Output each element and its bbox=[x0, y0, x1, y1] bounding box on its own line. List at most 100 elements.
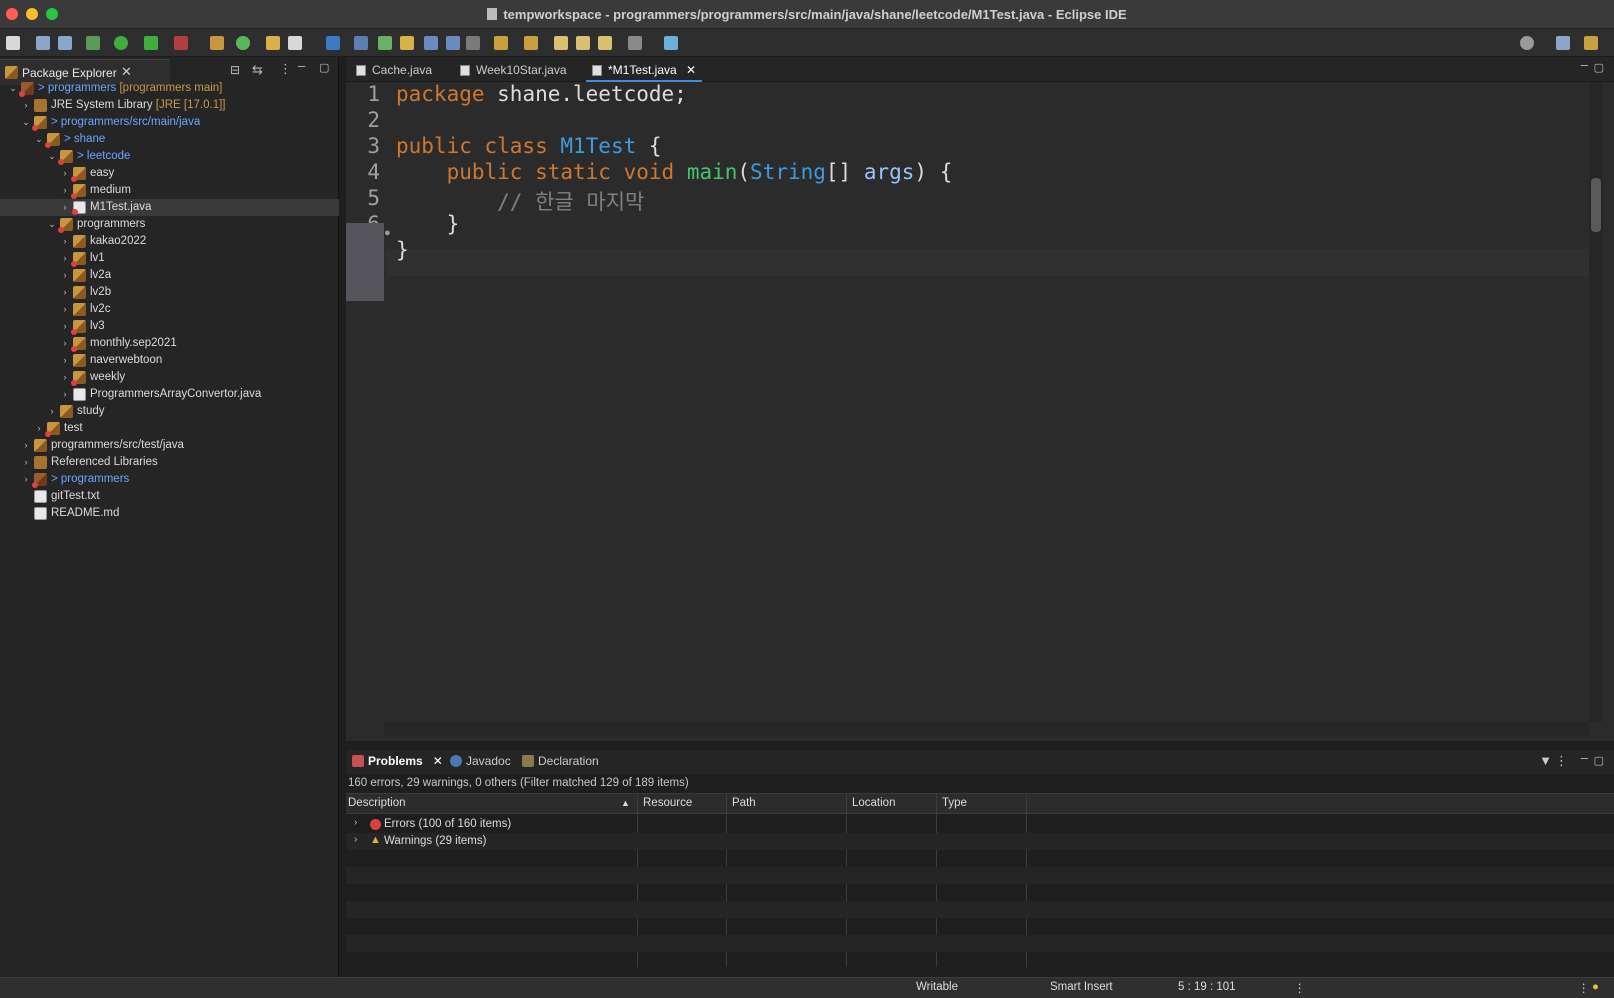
forward-edit-icon[interactable] bbox=[576, 36, 590, 50]
tree-item[interactable]: › easy bbox=[0, 165, 339, 182]
view-menu-icon[interactable]: ⋮ bbox=[279, 61, 292, 77]
expand-arrow-icon[interactable]: › bbox=[60, 267, 70, 284]
expand-arrow-icon[interactable]: › bbox=[60, 165, 70, 182]
tree-item[interactable]: › programmers/src/test/java bbox=[0, 437, 339, 454]
link-with-editor-icon[interactable]: ⇆ bbox=[252, 62, 263, 78]
tree-item[interactable]: › > programmers bbox=[0, 471, 339, 488]
new-class-icon[interactable] bbox=[236, 36, 250, 50]
code-line-4[interactable]: public static void main(String[] args) { bbox=[396, 160, 953, 184]
paragraph-icon[interactable] bbox=[466, 36, 480, 50]
toggle-breadcrumb-icon[interactable] bbox=[354, 36, 368, 50]
expand-arrow-icon[interactable]: › bbox=[60, 318, 70, 335]
maximize-icon[interactable]: ▢ bbox=[319, 61, 329, 74]
expand-arrow-icon[interactable]: › bbox=[354, 817, 357, 828]
expand-arrow-icon[interactable]: › bbox=[21, 437, 31, 454]
view-menu-icon[interactable]: ⋮ bbox=[1555, 753, 1568, 769]
horizontal-scrollbar[interactable] bbox=[384, 722, 1589, 736]
tab-declaration[interactable]: Declaration bbox=[520, 754, 599, 768]
tree-item[interactable]: ⌄ programmers bbox=[0, 216, 339, 233]
tab-cache-java[interactable]: Cache.java bbox=[350, 59, 450, 82]
tree-item[interactable]: › lv2c bbox=[0, 301, 339, 318]
code-line-6[interactable]: } bbox=[396, 212, 460, 236]
expand-arrow-icon[interactable]: › bbox=[60, 199, 70, 216]
expand-arrow-icon[interactable]: › bbox=[34, 420, 44, 437]
save-icon[interactable] bbox=[36, 36, 50, 50]
tree-item[interactable]: › weekly bbox=[0, 369, 339, 386]
expand-arrow-icon[interactable]: › bbox=[47, 403, 57, 420]
tab-week10star-java[interactable]: Week10Star.java bbox=[454, 59, 578, 82]
minimize-icon[interactable]: ‒ bbox=[1581, 57, 1588, 72]
tree-item[interactable]: › M1Test.java bbox=[0, 199, 339, 216]
tree-item[interactable]: › Referenced Libraries bbox=[0, 454, 339, 471]
close-icon[interactable]: ✕ bbox=[121, 64, 132, 80]
status-cursor-position[interactable]: 5 : 19 : 101 bbox=[1178, 981, 1236, 993]
expand-arrow-icon[interactable]: › bbox=[60, 233, 70, 250]
tree-item[interactable]: › kakao2022 bbox=[0, 233, 339, 250]
expand-arrow-icon[interactable]: › bbox=[60, 284, 70, 301]
column-type[interactable]: Type bbox=[942, 797, 967, 809]
previous-annotation-icon[interactable] bbox=[524, 36, 538, 50]
code-line-1[interactable]: package shane.leetcode; bbox=[396, 82, 687, 106]
tree-item[interactable]: ⌄ > leetcode bbox=[0, 148, 339, 165]
status-menu-icon[interactable]: ⋮ bbox=[1578, 981, 1590, 995]
search-tool-icon[interactable] bbox=[288, 36, 302, 50]
expand-arrow-icon[interactable]: › bbox=[60, 301, 70, 318]
collapse-arrow-icon[interactable]: ⌄ bbox=[47, 216, 57, 233]
tree-item[interactable]: › JRE System Library [JRE [17.0.1]] bbox=[0, 97, 339, 114]
collapse-arrow-icon[interactable]: ⌄ bbox=[47, 148, 57, 165]
problem-group-errors[interactable]: › Errors (100 of 160 items) bbox=[346, 816, 1614, 833]
tab-m1test-java[interactable]: *M1Test.java ✕ bbox=[586, 59, 702, 82]
open-type-icon[interactable] bbox=[266, 36, 280, 50]
tree-item[interactable]: › monthly.sep2021 bbox=[0, 335, 339, 352]
tree-item[interactable]: › ProgrammersArrayConvertor.java bbox=[0, 386, 339, 403]
mark-occurrences-icon[interactable] bbox=[378, 36, 392, 50]
collapse-arrow-icon[interactable]: ⌄ bbox=[34, 131, 44, 148]
status-insert-mode[interactable]: Smart Insert bbox=[1050, 981, 1113, 993]
column-path[interactable]: Path bbox=[732, 797, 756, 809]
back-arrow-icon[interactable] bbox=[598, 36, 612, 50]
tab-javadoc[interactable]: Javadoc bbox=[448, 754, 511, 768]
save-all-icon[interactable] bbox=[58, 36, 72, 50]
close-icon[interactable]: ✕ bbox=[686, 59, 696, 82]
new-icon[interactable] bbox=[6, 36, 20, 50]
tree-item[interactable]: › medium bbox=[0, 182, 339, 199]
code-line-7[interactable]: } bbox=[396, 238, 409, 262]
expand-arrow-icon[interactable]: › bbox=[21, 454, 31, 471]
tree-item[interactable]: ⌄ > shane bbox=[0, 131, 339, 148]
tree-item[interactable]: › lv2b bbox=[0, 284, 339, 301]
expand-arrow-icon[interactable]: › bbox=[60, 182, 70, 199]
expand-arrow-icon[interactable]: › bbox=[21, 97, 31, 114]
code-line-3[interactable]: public class M1Test { bbox=[396, 134, 662, 158]
expand-arrow-icon[interactable]: › bbox=[354, 834, 357, 845]
coverage-icon[interactable] bbox=[144, 36, 158, 50]
expand-arrow-icon[interactable]: › bbox=[21, 471, 31, 488]
tree-item[interactable]: gitTest.txt bbox=[0, 488, 339, 505]
java-perspective-icon[interactable] bbox=[1584, 36, 1598, 50]
problem-group-warnings[interactable]: › ▲ Warnings (29 items) bbox=[346, 833, 1614, 850]
close-icon[interactable]: ✕ bbox=[433, 754, 443, 768]
tree-item[interactable]: › study bbox=[0, 403, 339, 420]
pin-editor-icon[interactable] bbox=[664, 36, 678, 50]
expand-arrow-icon[interactable]: › bbox=[60, 250, 70, 267]
expand-arrow-icon[interactable]: › bbox=[60, 386, 70, 403]
new-java-project-icon[interactable] bbox=[210, 36, 224, 50]
scrollbar-thumb[interactable] bbox=[1591, 178, 1601, 232]
minimize-icon[interactable]: ‒ bbox=[1581, 750, 1588, 765]
run-icon[interactable] bbox=[114, 36, 128, 50]
tree-item[interactable]: › lv2a bbox=[0, 267, 339, 284]
vertical-scrollbar[interactable] bbox=[1589, 82, 1603, 722]
tree-item[interactable]: › lv3 bbox=[0, 318, 339, 335]
column-description[interactable]: Description bbox=[348, 797, 406, 809]
status-menu-icon[interactable]: ⋮ bbox=[1294, 981, 1306, 995]
expand-arrow-icon[interactable]: › bbox=[60, 335, 70, 352]
column-resource[interactable]: Resource bbox=[643, 797, 692, 809]
block-selection-icon[interactable] bbox=[424, 36, 438, 50]
forward-arrow-icon[interactable] bbox=[628, 36, 642, 50]
expand-arrow-icon[interactable]: › bbox=[60, 352, 70, 369]
debug-icon[interactable] bbox=[86, 36, 100, 50]
tree-item[interactable]: ⌄ > programmers/src/main/java bbox=[0, 114, 339, 131]
maximize-icon[interactable]: ▢ bbox=[1594, 754, 1604, 767]
open-perspective-icon[interactable] bbox=[1556, 36, 1570, 50]
collapse-all-icon[interactable]: ⊟ bbox=[230, 63, 240, 77]
collapse-arrow-icon[interactable]: ⌄ bbox=[21, 114, 31, 131]
